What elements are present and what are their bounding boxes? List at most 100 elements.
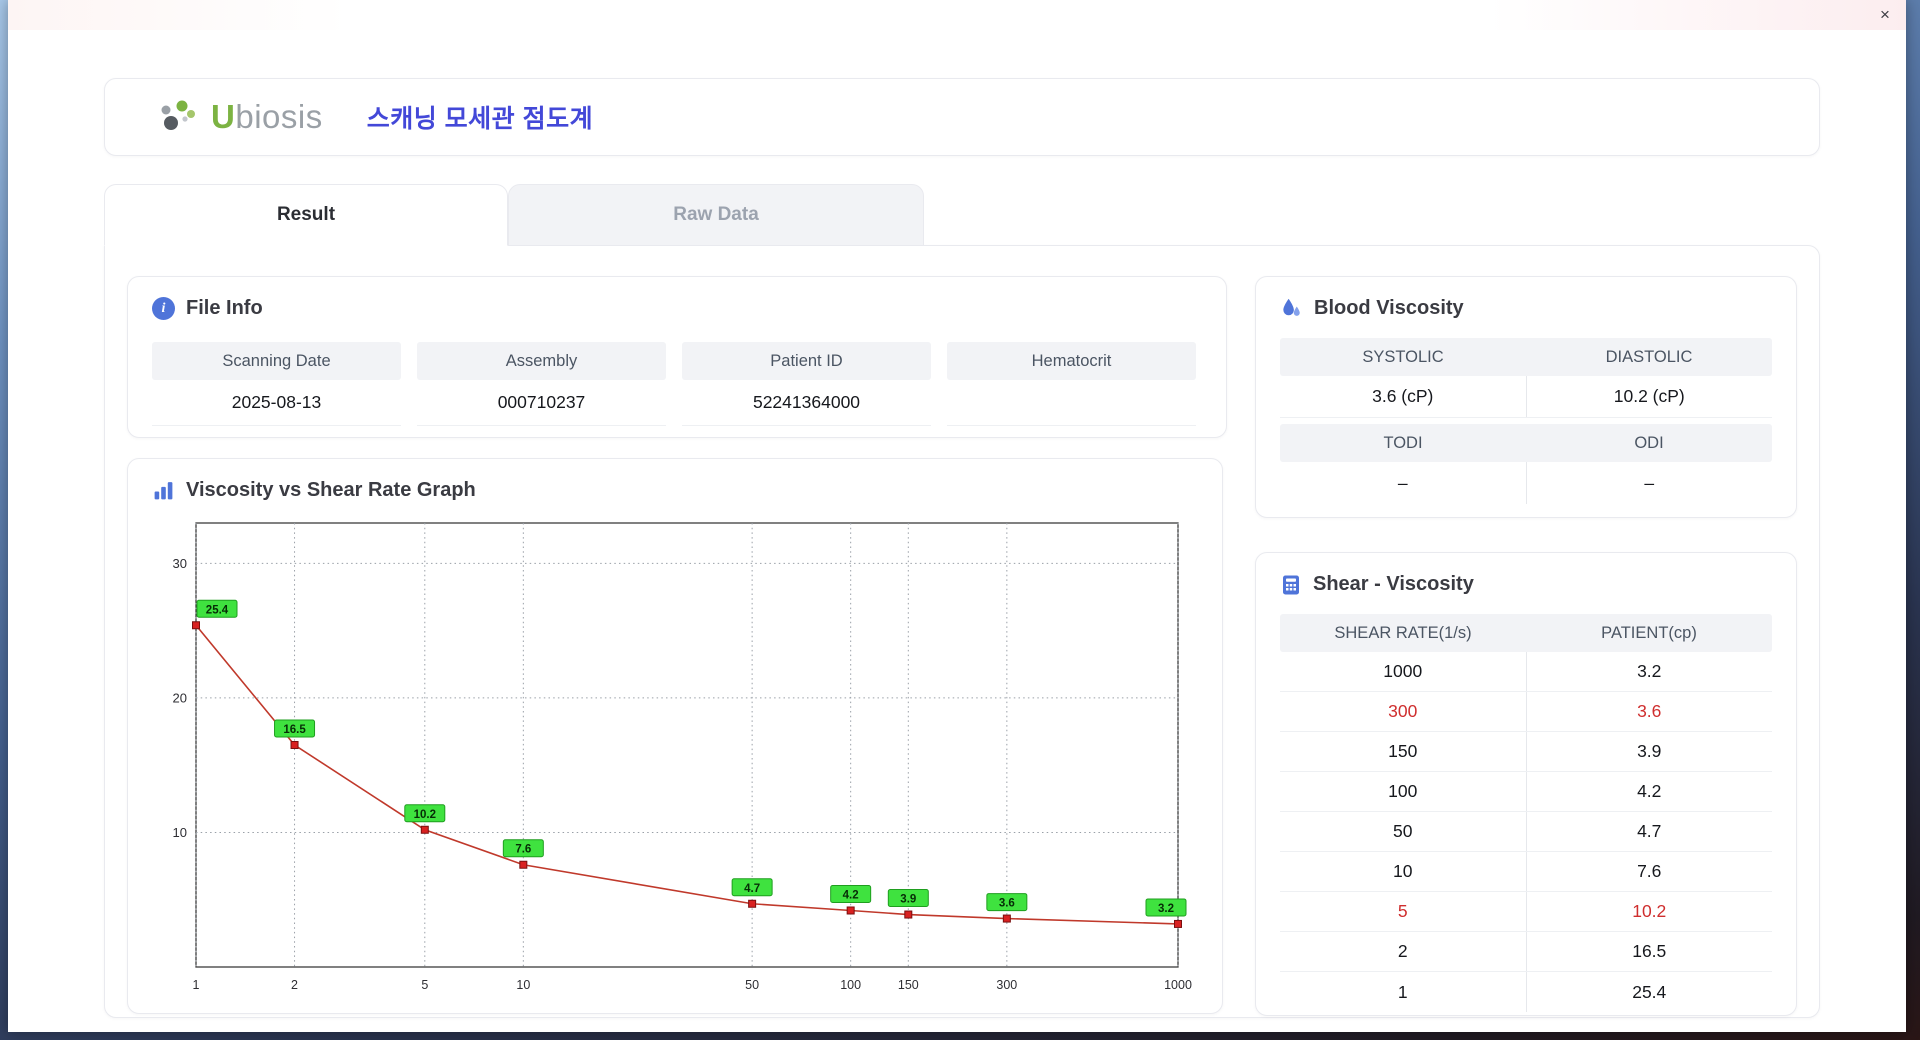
shear-viscosity-title: Shear - Viscosity <box>1313 573 1474 595</box>
shear-table-body: 1000 3.2 300 3.6 150 3.9 100 4.2 50 4.7 10 7.6 5 10.2… <box>1280 652 1772 1012</box>
blood-viscosity-table: SYSTOLIC DIASTOLIC 3.6 (cP) 10.2 (cP) TO… <box>1280 338 1772 504</box>
shear-rate-cell: 2 <box>1280 932 1527 971</box>
droplets-icon <box>1283 298 1300 316</box>
field-label: Scanning Date <box>152 342 401 380</box>
svg-text:10.2: 10.2 <box>414 809 436 821</box>
field-value: 000710237 <box>417 380 666 426</box>
svg-text:4.2: 4.2 <box>843 889 859 901</box>
field-scanning-date: Scanning Date 2025-08-13 <box>152 342 401 426</box>
file-info-fields: Scanning Date 2025-08-13 Assembly 000710… <box>152 342 1202 426</box>
table-row: – – <box>1280 462 1772 504</box>
field-hematocrit: Hematocrit <box>947 342 1196 426</box>
patient-cell: 4.7 <box>1637 821 1662 841</box>
shear-viscosity-card: Shear - Viscosity SHEAR RATE(1/s) PATIEN… <box>1255 552 1797 1016</box>
table-row: 2 16.5 <box>1280 932 1772 972</box>
field-value <box>947 380 1196 426</box>
info-icon: i <box>152 297 175 320</box>
header-card: Ubiosis 스캐닝 모세관 점도계 <box>104 78 1820 156</box>
svg-text:30: 30 <box>173 556 187 571</box>
tab-bar: Result Raw Data <box>104 184 924 246</box>
svg-text:16.5: 16.5 <box>283 724 306 736</box>
table-row: 3.6 (cP) 10.2 (cP) <box>1280 376 1772 418</box>
file-info-title: File Info <box>186 297 263 319</box>
table-row: 10 7.6 <box>1280 852 1772 892</box>
svg-text:1: 1 <box>193 978 200 992</box>
shear-rate-cell: 1 <box>1280 972 1527 1012</box>
patient-cell: 3.6 <box>1637 701 1662 721</box>
odi-value: – <box>1644 472 1655 493</box>
logo-text: Ubiosis <box>211 98 323 135</box>
page-title: 스캐닝 모세관 점도계 <box>366 105 594 133</box>
patient-cell: 4.2 <box>1637 781 1662 801</box>
svg-text:100: 100 <box>840 978 861 992</box>
diastolic-header: DIASTOLIC <box>1605 347 1693 366</box>
patient-cell: 7.6 <box>1637 861 1662 881</box>
result-panel: i File Info Scanning Date 2025-08-13 Ass… <box>104 245 1820 1018</box>
graph-header: Viscosity vs Shear Rate Graph <box>152 479 1198 502</box>
svg-text:10: 10 <box>516 978 530 992</box>
svg-text:2: 2 <box>291 978 298 992</box>
table-row: 1000 3.2 <box>1280 652 1772 692</box>
svg-text:3.2: 3.2 <box>1158 903 1174 915</box>
patient-cell: 3.2 <box>1637 661 1662 681</box>
shear-rate-cell: 10 <box>1280 852 1527 891</box>
svg-text:300: 300 <box>996 978 1017 992</box>
table-row: 150 3.9 <box>1280 732 1772 772</box>
shear-rate-cell: 5 <box>1280 892 1527 931</box>
app-window: × Ubiosis 스캐닝 모세관 점도계 Result Raw Data i … <box>8 0 1906 1032</box>
todi-value: – <box>1280 462 1527 504</box>
graph-card: Viscosity vs Shear Rate Graph 1 2 5 10 50 100… <box>127 458 1223 1014</box>
close-icon[interactable]: × <box>1874 4 1896 26</box>
svg-text:50: 50 <box>745 978 759 992</box>
systolic-value: 3.6 (cP) <box>1280 376 1527 417</box>
shear-viscosity-header: Shear - Viscosity <box>1280 573 1772 596</box>
svg-text:10: 10 <box>173 825 187 840</box>
svg-text:25.4: 25.4 <box>206 604 229 616</box>
table-header: SHEAR RATE(1/s) PATIENT(cp) <box>1280 614 1772 652</box>
viscosity-chart: 1 2 5 10 50 100 150 300 1000 10 20 30 25.4 16.5 10.2 7.… <box>154 515 1194 1006</box>
file-info-header: i File Info <box>152 297 1202 320</box>
field-value: 2025-08-13 <box>152 380 401 426</box>
patient-cell: 3.9 <box>1637 741 1662 761</box>
patient-cell: 10.2 <box>1632 901 1667 921</box>
logo: Ubiosis <box>155 97 323 137</box>
patient-cell: 25.4 <box>1632 981 1667 1002</box>
tab-result[interactable]: Result <box>104 184 508 246</box>
shear-rate-cell: 1000 <box>1280 652 1527 691</box>
shear-viscosity-table: SHEAR RATE(1/s) PATIENT(cp) 1000 3.2 300 3.… <box>1280 614 1772 1012</box>
table-header: TODI ODI <box>1280 424 1772 462</box>
shear-rate-cell: 150 <box>1280 732 1527 771</box>
shear-rate-cell: 50 <box>1280 812 1527 851</box>
shear-rate-cell: 300 <box>1280 692 1527 731</box>
tab-raw-data[interactable]: Raw Data <box>508 184 924 246</box>
diastolic-value: 10.2 (cP) <box>1613 386 1685 406</box>
todi-header: TODI <box>1383 433 1423 452</box>
table-row: 300 3.6 <box>1280 692 1772 732</box>
bar-chart-icon <box>154 482 173 500</box>
title-bar: × <box>8 0 1906 30</box>
svg-text:1000: 1000 <box>1164 978 1192 992</box>
svg-text:20: 20 <box>173 690 187 705</box>
table-row: 50 4.7 <box>1280 812 1772 852</box>
table-header: SYSTOLIC DIASTOLIC <box>1280 338 1772 376</box>
field-label: Patient ID <box>682 342 931 380</box>
graph-title: Viscosity vs Shear Rate Graph <box>186 479 476 501</box>
patient-column-header: PATIENT(cp) <box>1601 623 1697 642</box>
patient-cell: 16.5 <box>1632 941 1667 961</box>
blood-viscosity-title: Blood Viscosity <box>1314 297 1464 319</box>
shear-rate-cell: 100 <box>1280 772 1527 811</box>
file-info-card: i File Info Scanning Date 2025-08-13 Ass… <box>127 276 1227 438</box>
table-icon <box>1283 575 1299 594</box>
blood-viscosity-card: Blood Viscosity SYSTOLIC DIASTOLIC 3.6 (… <box>1255 276 1797 518</box>
systolic-header: SYSTOLIC <box>1362 347 1444 366</box>
field-patient-id: Patient ID 52241364000 <box>682 342 931 426</box>
table-row: 1 25.4 <box>1280 972 1772 1012</box>
svg-text:150: 150 <box>898 978 919 992</box>
svg-text:7.6: 7.6 <box>515 844 531 856</box>
field-value: 52241364000 <box>682 380 931 426</box>
viscosity-chart-svg: 1 2 5 10 50 100 150 300 1000 10 20 30 25.4 16.5 10.2 7.… <box>173 522 1192 992</box>
logo-mark-icon <box>161 100 195 130</box>
shear-rate-column-header: SHEAR RATE(1/s) <box>1334 623 1472 642</box>
blood-viscosity-header: Blood Viscosity <box>1280 297 1772 320</box>
svg-text:5: 5 <box>421 978 428 992</box>
